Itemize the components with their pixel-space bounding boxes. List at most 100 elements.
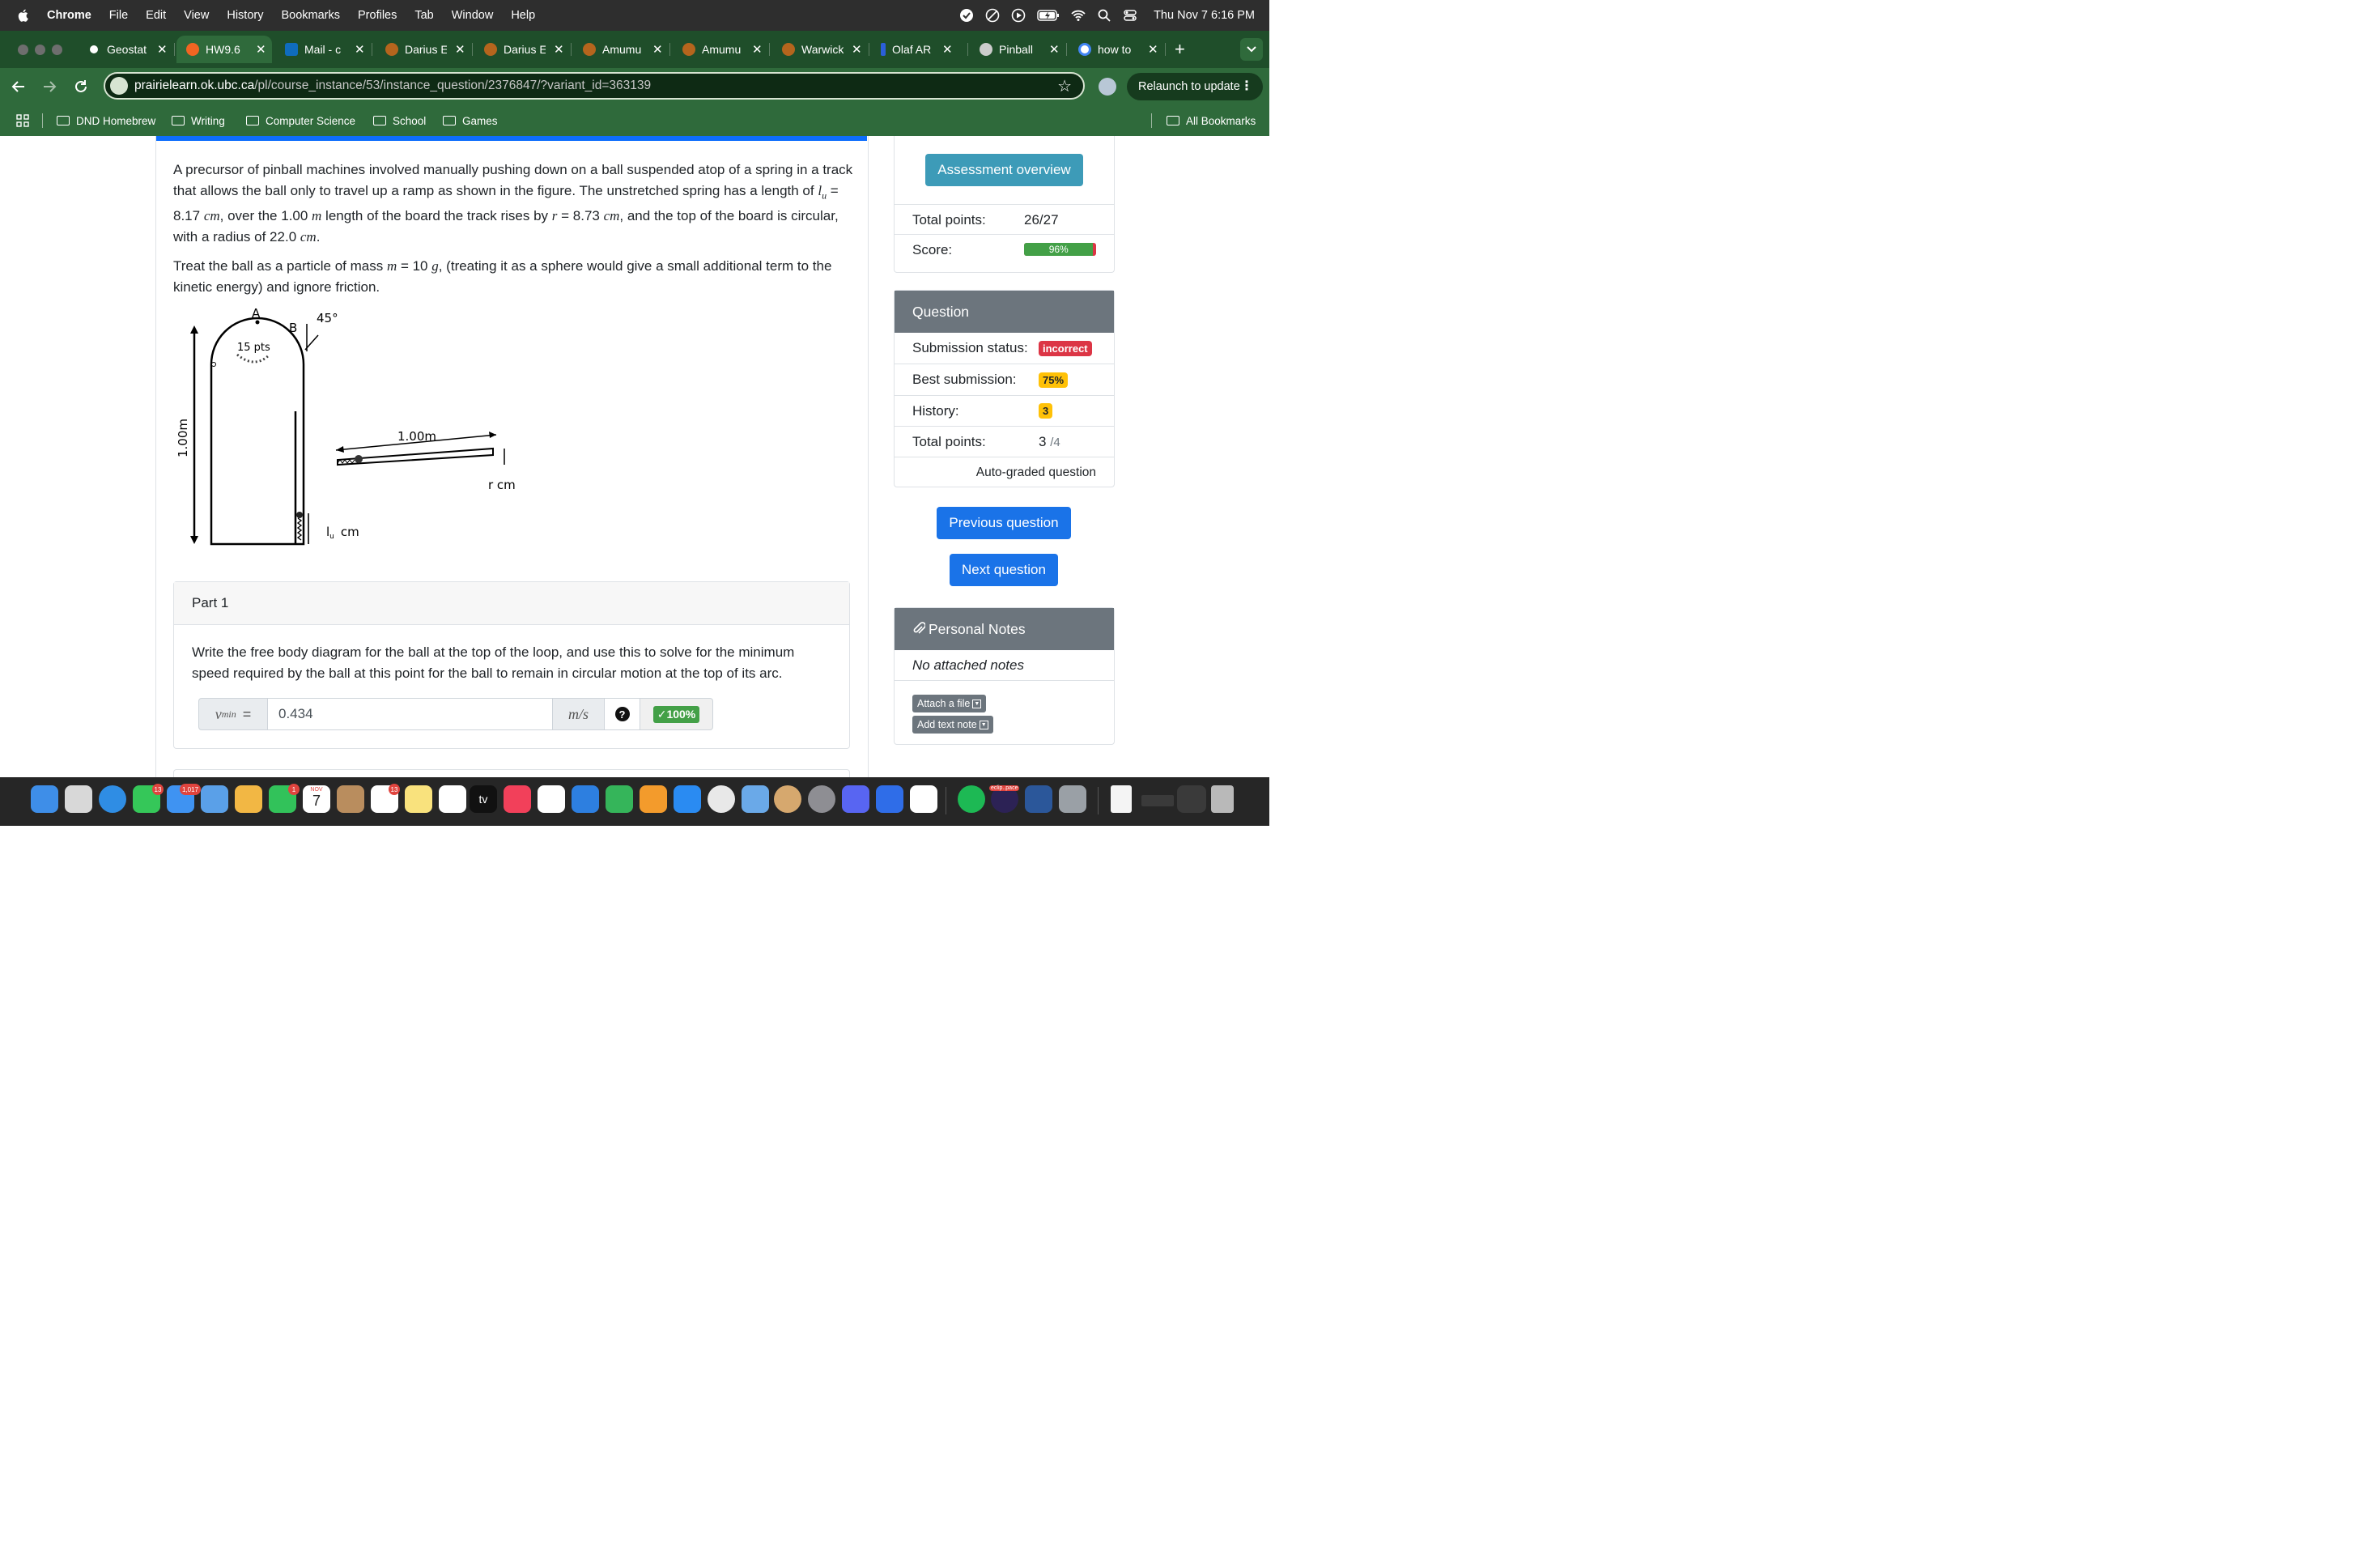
profile-avatar[interactable] [1099, 78, 1116, 96]
tab-amumu-1[interactable]: Amumu ✕ [573, 36, 670, 63]
keynote-icon[interactable] [572, 785, 599, 813]
bookmark-label: Writing [191, 114, 225, 127]
close-tab-icon[interactable]: ✕ [1148, 42, 1158, 57]
menu-chrome[interactable]: Chrome [47, 9, 91, 22]
tab-olaf[interactable]: Olaf AR ✕ [871, 36, 968, 63]
safari-icon[interactable] [99, 785, 126, 813]
bookmark-computer-science[interactable]: Computer Science [246, 105, 355, 136]
next-question-button[interactable]: Next question [950, 554, 1058, 586]
focus-icon[interactable] [985, 8, 1000, 23]
tab-geostat[interactable]: Geostat ✕ [78, 36, 175, 63]
play-icon[interactable] [1011, 8, 1026, 23]
relaunch-to-update-button[interactable]: Relaunch to update ⋮ [1127, 73, 1263, 100]
close-tab-icon[interactable]: ✕ [652, 42, 663, 57]
apps-grid-icon[interactable] [16, 114, 29, 127]
screen-preview-icon[interactable] [1177, 785, 1206, 813]
zoom-window-button[interactable] [52, 45, 62, 55]
arc-browser-icon[interactable] [876, 785, 903, 813]
app-store-icon[interactable] [674, 785, 701, 813]
photos-icon[interactable] [235, 785, 262, 813]
close-tab-icon[interactable]: ✕ [752, 42, 763, 57]
apple-icon[interactable] [16, 8, 31, 23]
vpn-icon[interactable] [959, 8, 974, 23]
reload-icon[interactable] [73, 79, 89, 95]
menu-window[interactable]: Window [452, 9, 494, 22]
close-tab-icon[interactable]: ✕ [852, 42, 862, 57]
launchpad-icon[interactable] [65, 785, 92, 813]
attach-file-button[interactable]: Attach a file ▼ [912, 695, 987, 712]
back-arrow-icon[interactable] [11, 79, 26, 94]
tab-mail[interactable]: Mail - c ✕ [275, 36, 372, 63]
menu-profiles[interactable]: Profiles [358, 9, 397, 22]
freeform-icon[interactable] [439, 785, 466, 813]
bookmark-dnd-homebrew[interactable]: DND Homebrew [57, 105, 155, 136]
roblox-icon[interactable] [910, 785, 937, 813]
apple-tv-icon[interactable]: tv [470, 785, 497, 813]
close-window-button[interactable] [18, 45, 28, 55]
menu-tab[interactable]: Tab [414, 9, 433, 22]
battery-icon[interactable] [1037, 9, 1060, 22]
bookmark-school[interactable]: School [373, 105, 426, 136]
close-tab-icon[interactable]: ✕ [554, 42, 564, 57]
contacts-icon[interactable] [337, 785, 364, 813]
minimize-window-button[interactable] [35, 45, 45, 55]
system-settings-icon[interactable] [808, 785, 835, 813]
tab-amumu-2[interactable]: Amumu ✕ [673, 36, 770, 63]
music-icon[interactable] [504, 785, 531, 813]
site-info-icon[interactable] [110, 77, 128, 95]
wifi-icon[interactable] [1071, 8, 1086, 23]
previous-question-button[interactable]: Previous question [937, 507, 1071, 539]
history-badge[interactable]: 3 [1039, 403, 1053, 419]
spotify-icon[interactable] [958, 785, 985, 813]
close-tab-icon[interactable]: ✕ [455, 42, 465, 57]
spotlight-search-icon[interactable] [1097, 8, 1111, 23]
calendar-icon[interactable]: NOV 7 [303, 785, 330, 813]
bookmark-star-icon[interactable]: ☆ [1057, 76, 1072, 96]
word-icon[interactable] [1025, 785, 1052, 813]
forward-arrow-icon[interactable] [42, 79, 57, 94]
assessment-overview-button[interactable]: Assessment overview [925, 154, 1083, 186]
app-store-maps-icon[interactable] [201, 785, 228, 813]
menu-view[interactable]: View [184, 9, 209, 22]
close-tab-icon[interactable]: ✕ [942, 42, 953, 57]
finder-icon[interactable] [31, 785, 58, 813]
menu-edit[interactable]: Edit [146, 9, 166, 22]
bookmark-games[interactable]: Games [443, 105, 498, 136]
tab-pinball[interactable]: Pinball ✕ [970, 36, 1067, 63]
close-tab-icon[interactable]: ✕ [157, 42, 168, 57]
tab-hw96[interactable]: HW9.6 ✕ [176, 36, 272, 63]
downloads-icon[interactable] [1059, 785, 1086, 813]
tab-warwick[interactable]: Warwick ✕ [772, 36, 869, 63]
answer-input[interactable]: 0.434 [268, 698, 553, 730]
menu-file[interactable]: File [109, 9, 128, 22]
testflight-icon[interactable] [742, 785, 769, 813]
document-stack-icon[interactable] [1111, 785, 1132, 813]
news-icon[interactable] [538, 785, 565, 813]
trash-icon[interactable] [1211, 785, 1234, 813]
discord-icon[interactable] [842, 785, 869, 813]
control-center-icon[interactable] [1123, 8, 1137, 23]
numbers-icon[interactable] [606, 785, 633, 813]
menu-help[interactable]: Help [511, 9, 535, 22]
pages-icon[interactable] [640, 785, 667, 813]
all-bookmarks[interactable]: All Bookmarks [1167, 105, 1256, 136]
help-button[interactable]: ? [605, 698, 640, 730]
close-tab-icon[interactable]: ✕ [1049, 42, 1060, 57]
new-tab-plus-icon[interactable]: + [1175, 39, 1185, 60]
tab-how-to[interactable]: how to ✕ [1069, 36, 1166, 63]
chrome-icon[interactable] [708, 785, 735, 813]
menubar-clock[interactable]: Thu Nov 7 6:16 PM [1154, 9, 1255, 22]
add-text-note-button[interactable]: Add text note ▼ [912, 716, 993, 734]
macos-installer-icon[interactable] [774, 785, 801, 813]
tab-search-button[interactable] [1240, 38, 1263, 61]
notes-icon[interactable] [405, 785, 432, 813]
tab-darius-1[interactable]: Darius E ✕ [376, 36, 473, 63]
window-thumbnail-icon[interactable] [1141, 795, 1174, 806]
menu-history[interactable]: History [227, 9, 263, 22]
address-bar[interactable]: prairielearn.ok.ubc.ca/pl/course_instanc… [104, 72, 1085, 100]
tab-darius-2[interactable]: Darius E ✕ [474, 36, 572, 63]
bookmark-writing[interactable]: Writing [172, 105, 225, 136]
close-tab-icon[interactable]: ✕ [256, 42, 266, 57]
close-tab-icon[interactable]: ✕ [355, 42, 365, 57]
menu-bookmarks[interactable]: Bookmarks [281, 9, 340, 22]
